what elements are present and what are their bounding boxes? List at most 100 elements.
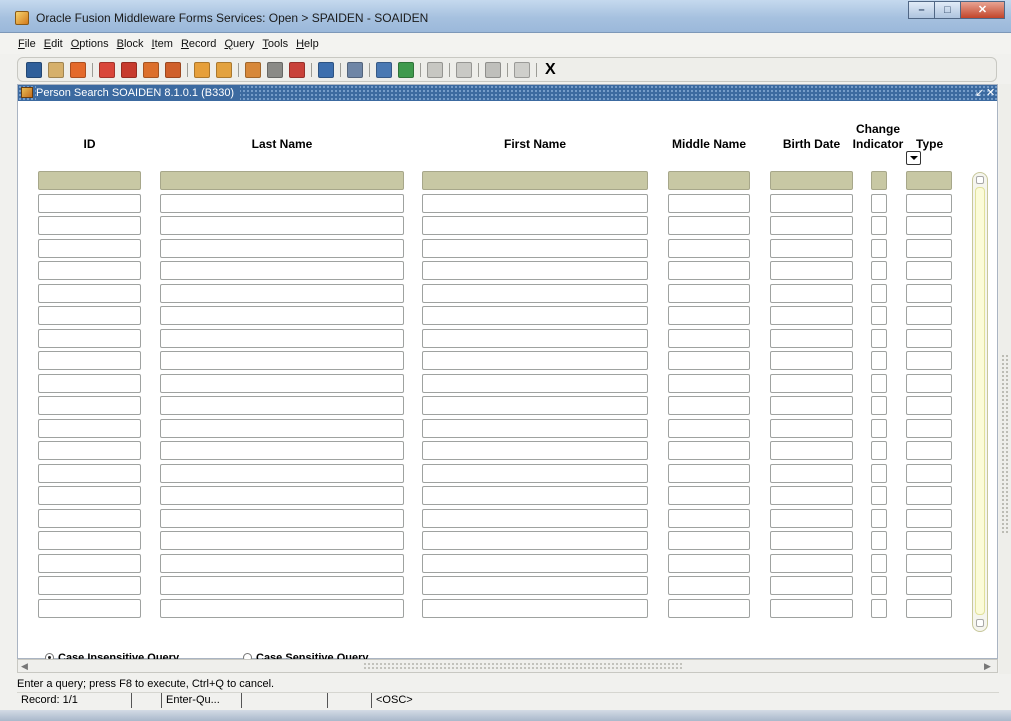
change-indicator-field[interactable] xyxy=(871,284,887,303)
birth-date-field[interactable] xyxy=(770,441,853,460)
last-name-field[interactable] xyxy=(160,351,404,370)
middle-name-field[interactable] xyxy=(668,419,750,438)
first-name-field[interactable] xyxy=(422,441,648,460)
middle-name-field[interactable] xyxy=(668,171,750,190)
last-name-field[interactable] xyxy=(160,329,404,348)
id-field[interactable] xyxy=(38,239,141,258)
type-field[interactable] xyxy=(906,554,952,573)
middle-name-field[interactable] xyxy=(668,396,750,415)
type-field[interactable] xyxy=(906,239,952,258)
type-dropdown-button[interactable] xyxy=(906,151,921,165)
middle-name-field[interactable] xyxy=(668,509,750,528)
attachments-icon[interactable] xyxy=(456,61,472,78)
change-indicator-field[interactable] xyxy=(871,374,887,393)
type-field[interactable] xyxy=(906,531,952,550)
save-icon[interactable] xyxy=(26,61,42,78)
middle-name-field[interactable] xyxy=(668,531,750,550)
type-field[interactable] xyxy=(906,374,952,393)
birth-date-field[interactable] xyxy=(770,374,853,393)
id-field[interactable] xyxy=(38,531,141,550)
type-field[interactable] xyxy=(906,351,952,370)
change-indicator-field[interactable] xyxy=(871,486,887,505)
print-icon[interactable] xyxy=(318,61,334,78)
first-name-field[interactable] xyxy=(422,554,648,573)
next-record-icon[interactable] xyxy=(216,61,232,78)
first-name-field[interactable] xyxy=(422,239,648,258)
birth-date-field[interactable] xyxy=(770,284,853,303)
maximize-icon[interactable]: □ xyxy=(934,1,961,19)
next-block-icon[interactable] xyxy=(165,61,181,78)
type-field[interactable] xyxy=(906,576,952,595)
first-name-field[interactable] xyxy=(422,396,648,415)
change-indicator-field[interactable] xyxy=(871,464,887,483)
birth-date-field[interactable] xyxy=(770,419,853,438)
search-icon[interactable] xyxy=(376,61,392,78)
first-name-field[interactable] xyxy=(422,531,648,550)
menu-options[interactable]: Options xyxy=(71,38,109,54)
change-indicator-field[interactable] xyxy=(871,216,887,235)
birth-date-field[interactable] xyxy=(770,351,853,370)
change-indicator-field[interactable] xyxy=(871,554,887,573)
id-field[interactable] xyxy=(38,396,141,415)
last-name-field[interactable] xyxy=(160,216,404,235)
birth-date-field[interactable] xyxy=(770,239,853,258)
lightbulb-icon[interactable] xyxy=(514,61,530,78)
first-name-field[interactable] xyxy=(422,216,648,235)
last-name-field[interactable] xyxy=(160,261,404,280)
scrollbar-thumb[interactable] xyxy=(975,187,985,615)
last-name-field[interactable] xyxy=(160,599,404,618)
birth-date-field[interactable] xyxy=(770,396,853,415)
first-name-field[interactable] xyxy=(422,576,648,595)
type-field[interactable] xyxy=(906,441,952,460)
middle-name-field[interactable] xyxy=(668,239,750,258)
menu-query[interactable]: Query xyxy=(224,38,254,54)
id-field[interactable] xyxy=(38,419,141,438)
change-indicator-field[interactable] xyxy=(871,509,887,528)
first-name-field[interactable] xyxy=(422,419,648,438)
last-name-field[interactable] xyxy=(160,239,404,258)
last-name-field[interactable] xyxy=(160,396,404,415)
first-name-field[interactable] xyxy=(422,329,648,348)
middle-name-field[interactable] xyxy=(668,284,750,303)
change-indicator-field[interactable] xyxy=(871,239,887,258)
type-field[interactable] xyxy=(906,509,952,528)
menu-block[interactable]: Block xyxy=(117,38,144,54)
last-name-field[interactable] xyxy=(160,171,404,190)
change-indicator-field[interactable] xyxy=(871,396,887,415)
scroll-right-icon[interactable]: ▶ xyxy=(984,661,991,672)
first-name-field[interactable] xyxy=(422,351,648,370)
type-field[interactable] xyxy=(906,171,952,190)
last-name-field[interactable] xyxy=(160,306,404,325)
birth-date-field[interactable] xyxy=(770,531,853,550)
item-help-icon[interactable] xyxy=(398,61,414,78)
id-field[interactable] xyxy=(38,171,141,190)
type-field[interactable] xyxy=(906,261,952,280)
type-field[interactable] xyxy=(906,329,952,348)
last-name-field[interactable] xyxy=(160,194,404,213)
middle-name-field[interactable] xyxy=(668,554,750,573)
id-field[interactable] xyxy=(38,351,141,370)
id-field[interactable] xyxy=(38,554,141,573)
scroll-down-icon[interactable] xyxy=(976,619,984,627)
id-field[interactable] xyxy=(38,284,141,303)
last-name-field[interactable] xyxy=(160,554,404,573)
change-indicator-field[interactable] xyxy=(871,194,887,213)
id-field[interactable] xyxy=(38,576,141,595)
birth-date-field[interactable] xyxy=(770,486,853,505)
birth-date-field[interactable] xyxy=(770,171,853,190)
last-name-field[interactable] xyxy=(160,284,404,303)
change-indicator-field[interactable] xyxy=(871,261,887,280)
last-name-field[interactable] xyxy=(160,419,404,438)
previous-record-icon[interactable] xyxy=(194,61,210,78)
export-icon[interactable] xyxy=(347,61,363,78)
minimize-icon[interactable]: – xyxy=(908,1,935,19)
scroll-left-icon[interactable]: ◀ xyxy=(21,661,28,672)
birth-date-field[interactable] xyxy=(770,599,853,618)
horizontal-scrollbar[interactable]: ◀ ▶ xyxy=(17,659,998,673)
middle-name-field[interactable] xyxy=(668,576,750,595)
change-indicator-field[interactable] xyxy=(871,419,887,438)
middle-name-field[interactable] xyxy=(668,261,750,280)
menu-file[interactable]: File xyxy=(18,38,36,54)
middle-name-field[interactable] xyxy=(668,351,750,370)
rollback-icon[interactable] xyxy=(48,61,64,78)
